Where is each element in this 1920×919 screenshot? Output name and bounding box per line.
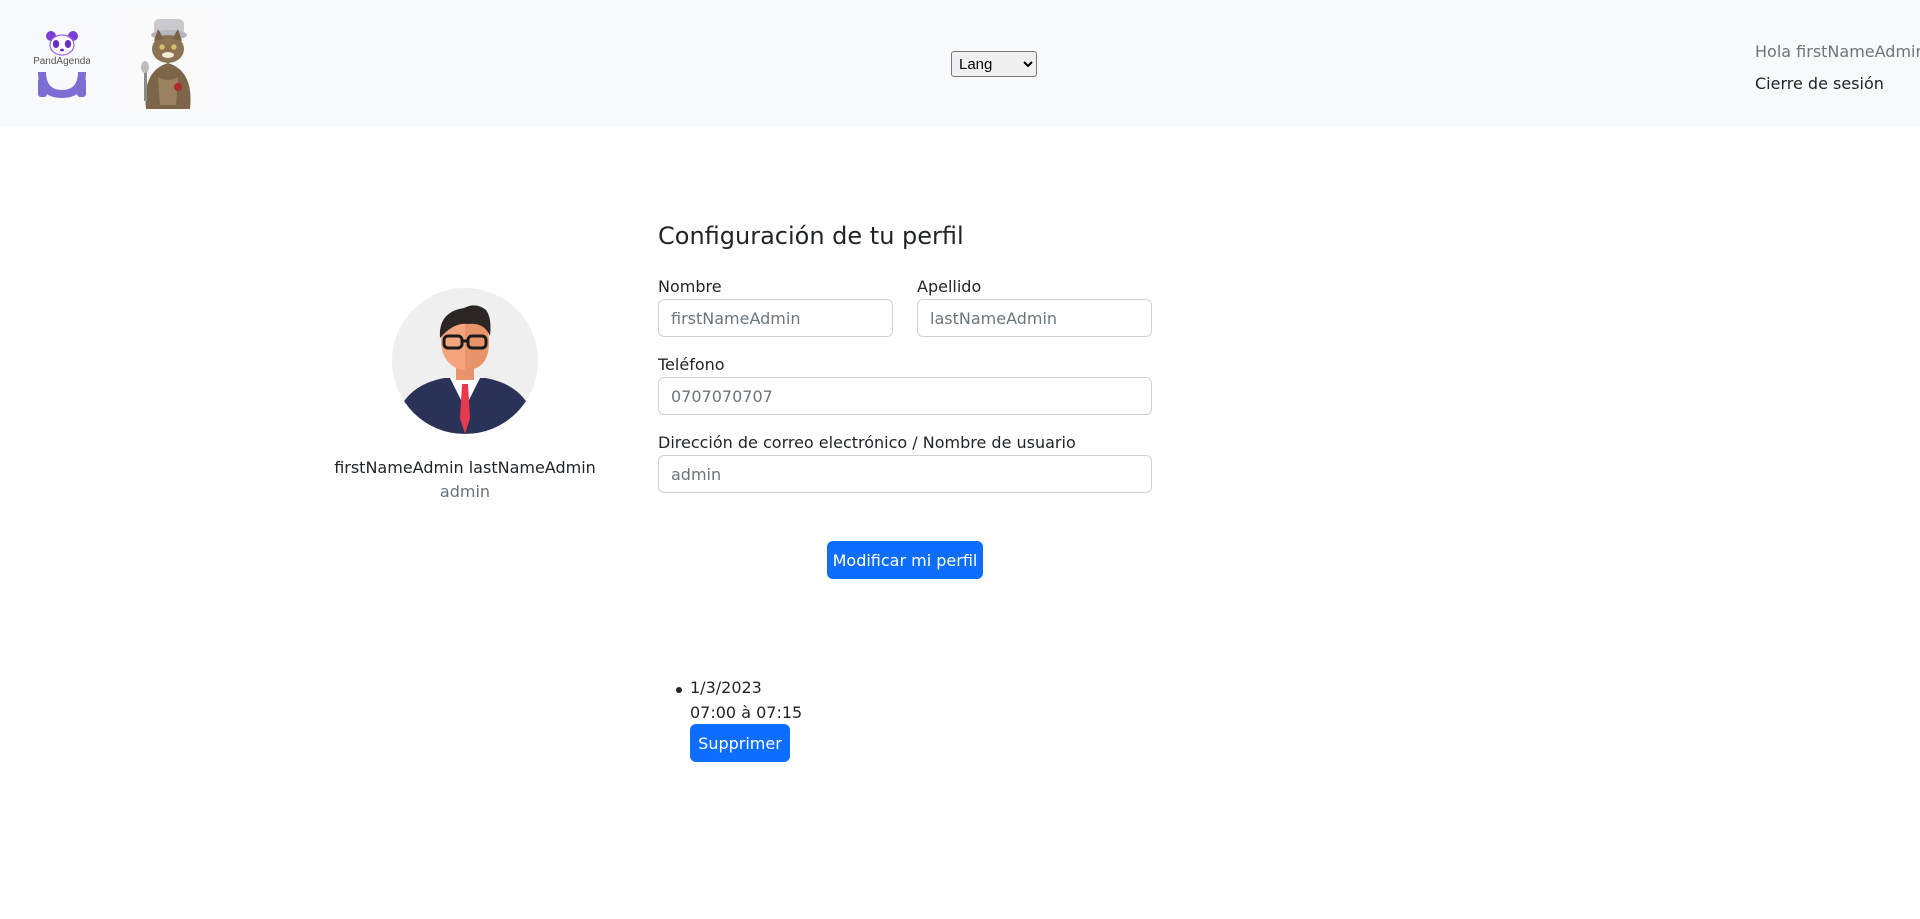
list-bullet	[676, 687, 682, 693]
profile-role: admin	[439, 482, 491, 501]
profile-full-name: firstNameAdmin lastNameAdmin	[334, 458, 596, 477]
user-avatar	[392, 288, 538, 434]
page-title: Configuración de tu perfil	[658, 222, 964, 250]
first-name-input[interactable]	[658, 299, 893, 337]
last-name-label: Apellido	[917, 277, 982, 296]
first-name-label: Nombre	[658, 277, 722, 296]
appointment-time: 07:00 à 07:15	[690, 703, 803, 722]
top-navbar: PandAgenda Lang Hola firstNameAdmin Cier…	[0, 0, 1920, 126]
email-label: Dirección de correo electrónico / Nombre…	[658, 433, 1076, 452]
language-select[interactable]: Lang	[951, 51, 1037, 77]
email-input[interactable]	[658, 455, 1152, 493]
phone-input[interactable]	[658, 377, 1152, 415]
logout-link[interactable]: Cierre de sesión	[1755, 74, 1884, 93]
pandagenda-logo[interactable]: PandAgenda	[33, 28, 91, 100]
greeting-text: Hola firstNameAdmin	[1755, 42, 1920, 61]
svg-text:PandAgenda: PandAgenda	[34, 56, 90, 67]
last-name-input[interactable]	[917, 299, 1152, 337]
phone-label: Teléfono	[658, 355, 725, 374]
cat-chef-image	[118, 13, 218, 113]
delete-appointment-button[interactable]: Supprimer	[690, 724, 790, 762]
appointment-date: 1/3/2023	[690, 678, 762, 697]
modify-profile-button[interactable]: Modificar mi perfil	[827, 541, 983, 579]
